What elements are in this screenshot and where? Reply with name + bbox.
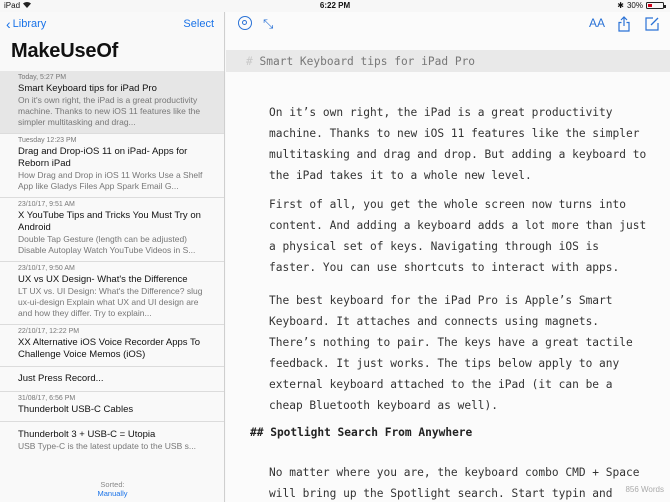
item-title: Drag and Drop-iOS 11 on iPad- Apps for R…: [18, 146, 188, 169]
list-item[interactable]: 22/10/17, 12:22 PM XX Alternative iOS Vo…: [0, 324, 224, 366]
item-date: 22/10/17, 12:22 PM: [18, 328, 80, 335]
document-heading: # Smart Keyboard tips for iPad Pro: [246, 55, 475, 68]
battery-percent: 30%: [626, 1, 643, 10]
status-bar: iPad 6:22 PM ✱ 30%: [0, 0, 670, 12]
sidebar-title: MakeUseOf: [11, 40, 119, 62]
item-preview: USB Type-C is the latest update to the U…: [18, 441, 196, 451]
word-count[interactable]: 856 Words: [625, 485, 664, 494]
paragraph: On it’s own right, the iPad is a great p…: [269, 106, 647, 182]
item-preview: Double Tap Gesture (length can be adjust…: [18, 234, 196, 255]
item-title: Thunderbolt USB-C Cables: [18, 404, 134, 415]
library-back-button[interactable]: ‹ Library: [6, 15, 47, 32]
item-date: 23/10/17, 9:50 AM: [18, 265, 75, 272]
item-date: Tuesday 12:23 PM: [18, 137, 77, 144]
item-date: 31/08/17, 6:56 PM: [18, 395, 76, 402]
heading-text: Smart Keyboard tips for iPad Pro: [259, 55, 476, 68]
item-date: Today, 5:27 PM: [18, 74, 67, 81]
item-title: XX Alternative iOS Voice Recorder Apps T…: [18, 337, 201, 360]
item-preview: LT UX vs. UI Design: What's the Differen…: [18, 286, 203, 318]
item-title: Just Press Record...: [18, 373, 104, 384]
item-preview: How Drag and Drop in iOS 11 Works Use a …: [18, 170, 203, 191]
list-item[interactable]: 23/10/17, 9:51 AM X YouTube Tips and Tri…: [0, 197, 224, 261]
list-item[interactable]: 23/10/17, 9:50 AM UX vs UX Design- What'…: [0, 261, 224, 324]
select-button[interactable]: Select: [183, 18, 214, 30]
document-subheading: ## Spotlight Search From Anywhere: [250, 426, 473, 439]
list-item[interactable]: Tuesday 12:23 PM Drag and Drop-iOS 11 on…: [0, 133, 224, 197]
notes-sidebar: ‹ Library Select MakeUseOf Today, 5:27 P…: [0, 12, 225, 502]
font-size-icon[interactable]: AA: [589, 16, 605, 30]
item-title: Smart Keyboard tips for iPad Pro: [18, 83, 157, 94]
clock: 6:22 PM: [319, 1, 351, 10]
back-label: Library: [12, 18, 47, 30]
item-title: X YouTube Tips and Tricks You Must Try o…: [18, 210, 201, 233]
list-item[interactable]: Today, 5:27 PM Smart Keyboard tips for i…: [0, 71, 224, 133]
share-icon[interactable]: [618, 16, 630, 37]
sorted-value: Manually: [97, 489, 128, 498]
search-icon[interactable]: [238, 16, 252, 30]
list-item[interactable]: 31/08/17, 6:56 PM Thunderbolt USB-C Cabl…: [0, 391, 224, 421]
sidebar-nav-bar: ‹ Library Select: [0, 12, 224, 40]
list-item[interactable]: Just Press Record...: [0, 366, 224, 391]
battery-icon: [646, 2, 666, 9]
sorted-label: Sorted:: [100, 480, 125, 489]
heading-mark: #: [246, 55, 253, 68]
editor-pane: ⤡ AA # Smart Keyboard tips for iPad Pro …: [226, 12, 670, 502]
font-size-glyph: AA: [589, 16, 606, 30]
item-title: UX vs UX Design- What's the Difference: [18, 274, 188, 285]
paragraph: First of all, you get the whole screen n…: [269, 198, 647, 274]
item-title: Thunderbolt 3 + USB-C = Utopia: [18, 429, 156, 440]
list-item[interactable]: Thunderbolt 3 + USB-C = Utopia USB Type-…: [0, 421, 224, 457]
sort-indicator[interactable]: Sorted: Manually: [0, 480, 224, 498]
compose-icon[interactable]: [645, 16, 660, 36]
notes-list: Today, 5:27 PM Smart Keyboard tips for i…: [0, 71, 224, 457]
bluetooth-icon: ✱: [617, 1, 624, 10]
chevron-left-icon: ‹: [6, 15, 11, 32]
paragraph: The best keyboard for the iPad Pro is Ap…: [269, 294, 633, 412]
expand-icon[interactable]: ⤡: [263, 16, 273, 32]
item-preview: On it's own right, the iPad is a great p…: [18, 95, 201, 127]
editor-toolbar: ⤡ AA: [226, 12, 670, 38]
paragraph: No matter where you are, the keyboard co…: [269, 466, 640, 500]
item-date: 23/10/17, 9:51 AM: [18, 201, 75, 208]
